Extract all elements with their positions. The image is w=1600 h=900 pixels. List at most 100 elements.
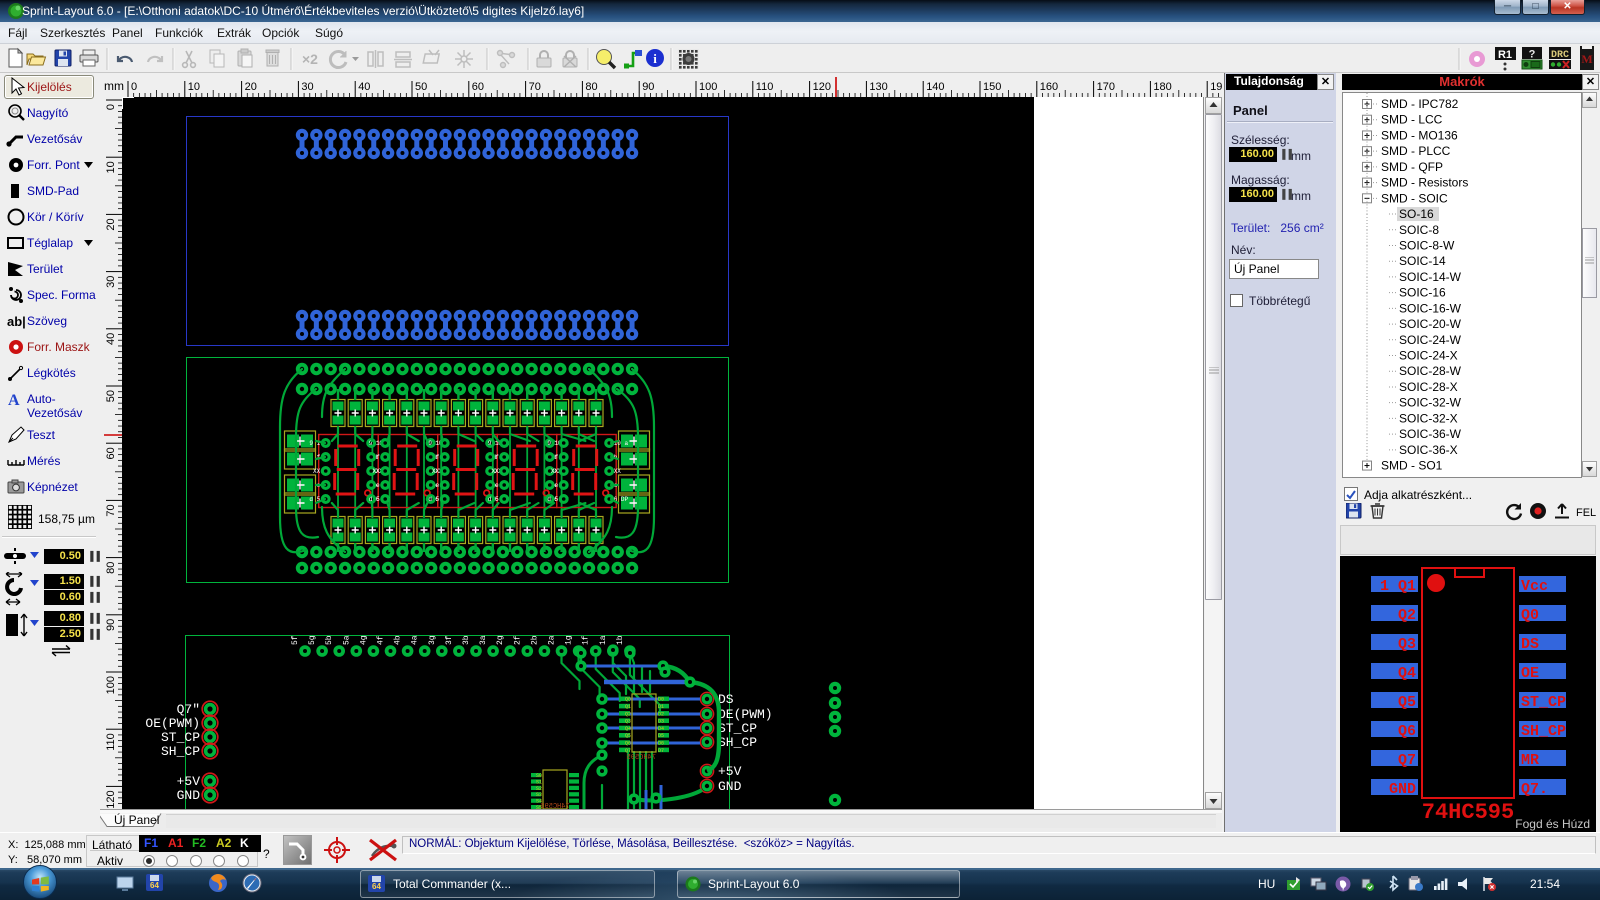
svg-text:D4: D4 <box>658 726 664 732</box>
svg-text:74HC595: 74HC595 <box>627 754 656 762</box>
svg-text:Q5: Q5 <box>625 733 631 739</box>
svg-text:+5V: +5V <box>177 774 201 789</box>
svg-text:e: e <box>495 482 499 489</box>
svg-text:2g: 2g <box>496 635 505 645</box>
svg-text:D5: D5 <box>658 733 664 739</box>
svg-text:100: 100 <box>699 81 717 93</box>
svg-text:1 Q1: 1 Q1 <box>1380 578 1416 595</box>
svg-text:9 1: 9 1 <box>369 440 380 447</box>
svg-text:D0: D0 <box>658 697 664 703</box>
svg-text:f: f <box>376 454 380 461</box>
svg-text:XX: XX <box>491 468 499 475</box>
svg-text:?: ? <box>1529 49 1536 61</box>
svg-text:ST_CP: ST_CP <box>161 730 200 745</box>
svg-text:4b: 4b <box>394 635 403 645</box>
svg-text:5a: 5a <box>342 635 351 645</box>
svg-text:80: 80 <box>585 81 597 93</box>
svg-text:5f: 5f <box>291 635 300 645</box>
svg-text:1a: 1a <box>599 635 608 645</box>
svg-text:mm: mm <box>104 79 124 93</box>
svg-text:1g: 1g <box>565 635 574 645</box>
svg-text:Q1: Q1 <box>625 704 631 710</box>
svg-text:FEL: FEL <box>1576 507 1596 519</box>
svg-text:40: 40 <box>358 81 370 93</box>
svg-text:OE: OE <box>1521 665 1539 682</box>
svg-text:SMD - LCC: SMD - LCC <box>1381 113 1443 127</box>
svg-text:4f: 4f <box>377 635 386 645</box>
svg-text:Q3: Q3 <box>625 719 631 725</box>
svg-text:S3: S3 <box>536 792 542 798</box>
svg-text:110: 110 <box>105 733 117 751</box>
svg-text:SOIC-14: SOIC-14 <box>1399 254 1446 268</box>
svg-text:SMD - IPC782: SMD - IPC782 <box>1381 97 1459 111</box>
svg-text:SOIC-32-W: SOIC-32-W <box>1399 396 1462 410</box>
svg-text:Q7.: Q7. <box>1521 781 1548 798</box>
svg-text:3b: 3b <box>462 635 471 645</box>
svg-text:Q2: Q2 <box>1398 607 1416 624</box>
svg-text:f: f <box>436 454 440 461</box>
svg-text:SOIC-14-W: SOIC-14-W <box>1399 270 1462 284</box>
svg-text:×2: ×2 <box>302 51 318 67</box>
svg-text:SOIC-20-W: SOIC-20-W <box>1399 317 1462 331</box>
svg-text:f: f <box>495 454 499 461</box>
svg-text:SOIC-24-X: SOIC-24-X <box>1399 349 1458 363</box>
svg-text:SMD - QFP: SMD - QFP <box>1381 160 1443 174</box>
svg-text:SMD - PLCC: SMD - PLCC <box>1381 144 1451 158</box>
svg-text:A: A <box>8 392 20 409</box>
svg-text:30: 30 <box>301 81 313 93</box>
svg-text:Q0: Q0 <box>625 697 631 703</box>
svg-text:XX: XX <box>313 468 321 475</box>
svg-text:Q0: Q0 <box>1521 607 1539 624</box>
svg-text:Fogd és Húzd: Fogd és Húzd <box>1515 817 1590 831</box>
svg-text:90: 90 <box>105 619 117 631</box>
svg-text:4a: 4a <box>411 635 420 645</box>
svg-text:M: M <box>1581 52 1592 66</box>
svg-text:SH_CP: SH_CP <box>1521 723 1566 740</box>
svg-text:120: 120 <box>813 81 831 93</box>
svg-text:120: 120 <box>105 790 117 808</box>
svg-text:SOIC-8: SOIC-8 <box>1399 223 1439 237</box>
svg-text:Q6: Q6 <box>1398 723 1416 740</box>
svg-text:2b: 2b <box>530 635 539 645</box>
svg-text:Q4: Q4 <box>625 726 631 732</box>
svg-text:130: 130 <box>869 81 887 93</box>
svg-text:0: 0 <box>105 104 117 110</box>
svg-text:d 5: d 5 <box>428 496 439 503</box>
svg-text:OE(PWM): OE(PWM) <box>145 716 200 731</box>
svg-text:D2: D2 <box>658 711 664 717</box>
svg-text:190: 190 <box>1210 81 1222 93</box>
svg-text:170: 170 <box>1097 81 1115 93</box>
svg-text:110: 110 <box>756 81 774 93</box>
svg-text:SMD - SOIC: SMD - SOIC <box>1381 191 1448 205</box>
svg-text:9 1: 9 1 <box>428 440 439 447</box>
svg-text:160: 160 <box>1040 81 1058 93</box>
svg-text:30: 30 <box>105 276 117 288</box>
svg-text:e: e <box>555 482 559 489</box>
svg-text:Q7: Q7 <box>1398 752 1416 769</box>
svg-text:SH_CP: SH_CP <box>161 744 200 759</box>
svg-text:S2: S2 <box>536 786 542 792</box>
svg-text:80: 80 <box>105 562 117 574</box>
svg-text:GND: GND <box>1389 781 1416 798</box>
svg-text:+5V: +5V <box>718 764 742 779</box>
svg-text:Q6: Q6 <box>625 741 631 747</box>
svg-text:SOIC-24-W: SOIC-24-W <box>1399 333 1462 347</box>
svg-text:100: 100 <box>105 676 117 694</box>
svg-text:Q7: Q7 <box>625 748 631 754</box>
svg-text:GND: GND <box>718 779 742 794</box>
svg-text:10: 10 <box>188 81 200 93</box>
svg-text:f: f <box>555 454 559 461</box>
svg-text:Q2: Q2 <box>625 711 631 717</box>
svg-text:MR: MR <box>1521 752 1539 769</box>
svg-text:Q4: Q4 <box>1398 665 1416 682</box>
svg-text:DS: DS <box>1521 636 1539 653</box>
svg-text:XX: XX <box>551 468 559 475</box>
svg-text:DRC: DRC <box>1551 50 1569 61</box>
svg-text:SOIC-32-X: SOIC-32-X <box>1399 411 1458 425</box>
svg-text:D7: D7 <box>658 748 664 754</box>
svg-text:GND: GND <box>177 788 201 803</box>
svg-text:20: 20 <box>105 218 117 230</box>
svg-text:SOIC-36-X: SOIC-36-X <box>1399 443 1458 457</box>
svg-text:SOIC-16-W: SOIC-16-W <box>1399 301 1462 315</box>
svg-text:50: 50 <box>105 390 117 402</box>
